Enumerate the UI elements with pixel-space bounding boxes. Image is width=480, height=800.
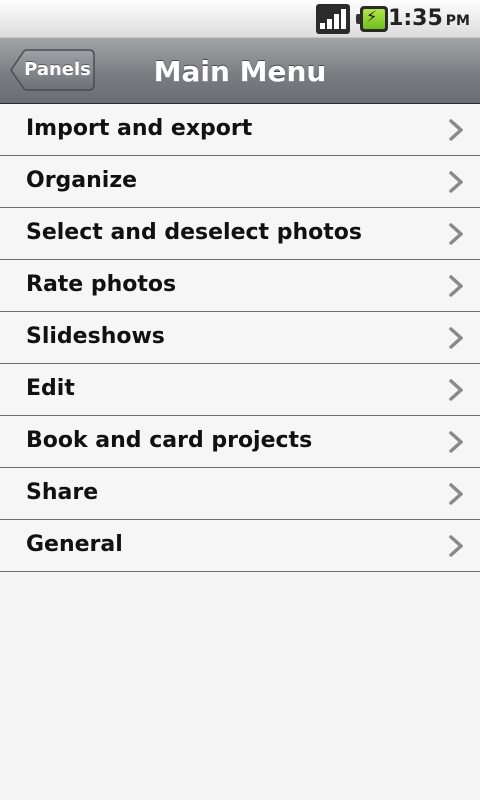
menu-item-label: Share xyxy=(26,480,99,505)
menu-item-general[interactable]: General xyxy=(0,520,480,572)
main-menu-list: Import and export Organize Select and de… xyxy=(0,104,480,572)
status-clock: 1:35 PM xyxy=(388,6,470,31)
clock-time: 1:35 xyxy=(388,6,443,31)
menu-item-label: Rate photos xyxy=(26,272,177,297)
menu-item-label: General xyxy=(26,532,123,557)
menu-item-label: Slideshows xyxy=(26,324,165,349)
chevron-right-icon xyxy=(449,119,463,141)
menu-item-share[interactable]: Share xyxy=(0,468,480,520)
menu-item-label: Edit xyxy=(26,376,75,401)
menu-item-edit[interactable]: Edit xyxy=(0,364,480,416)
status-bar: ⚡ 1:35 PM xyxy=(0,0,480,38)
panels-back-label: Panels xyxy=(24,59,91,80)
menu-item-slideshows[interactable]: Slideshows xyxy=(0,312,480,364)
menu-item-book-and-card-projects[interactable]: Book and card projects xyxy=(0,416,480,468)
panels-back-button[interactable]: Panels xyxy=(10,49,95,91)
chevron-right-icon xyxy=(449,483,463,505)
chevron-right-icon xyxy=(449,379,463,401)
chevron-right-icon xyxy=(449,223,463,245)
menu-item-import-and-export[interactable]: Import and export xyxy=(0,104,480,156)
chevron-right-icon xyxy=(449,431,463,453)
clock-ampm: PM xyxy=(445,13,470,29)
menu-item-label: Import and export xyxy=(26,116,253,141)
menu-item-label: Book and card projects xyxy=(26,428,313,453)
chevron-right-icon xyxy=(449,327,463,349)
chevron-right-icon xyxy=(449,275,463,297)
menu-item-organize[interactable]: Organize xyxy=(0,156,480,208)
menu-item-label: Organize xyxy=(26,168,138,193)
chevron-right-icon xyxy=(449,171,463,193)
menu-item-label: Select and deselect photos xyxy=(26,220,362,245)
menu-item-select-and-deselect-photos[interactable]: Select and deselect photos xyxy=(0,208,480,260)
page-title: Main Menu xyxy=(153,55,327,88)
battery-charging-icon: ⚡ xyxy=(356,6,388,32)
menu-item-rate-photos[interactable]: Rate photos xyxy=(0,260,480,312)
signal-icon xyxy=(316,4,350,34)
chevron-right-icon xyxy=(449,535,463,557)
title-bar: Panels Main Menu xyxy=(0,38,480,105)
